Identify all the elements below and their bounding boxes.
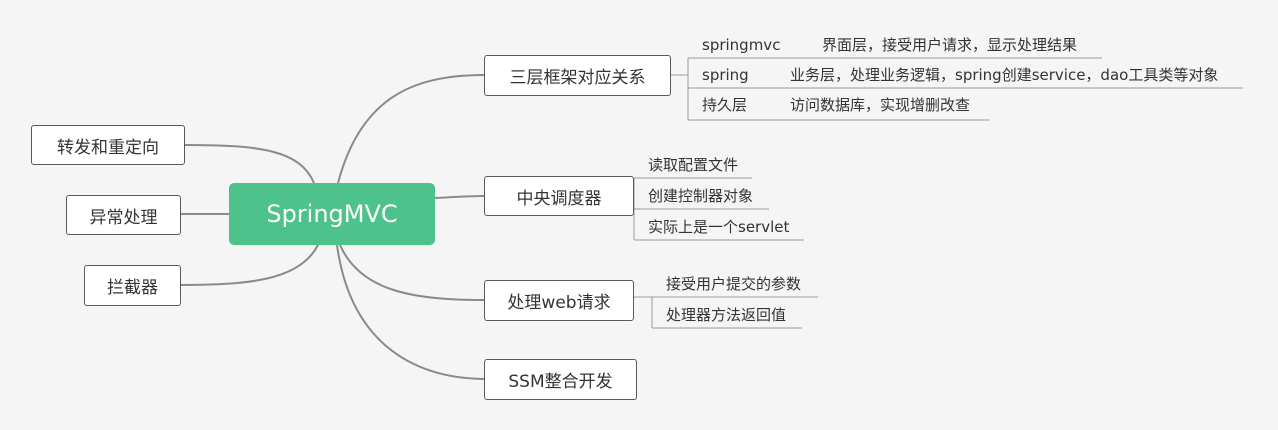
left-node-exception[interactable]: 异常处理 [66, 195, 181, 235]
leaf-label: 处理器方法返回值 [666, 306, 787, 324]
leaf-read-config[interactable]: 读取配置文件 [648, 156, 738, 174]
connector-root-web [339, 244, 485, 301]
leaf-create-controller[interactable]: 创建控制器对象 [648, 187, 753, 205]
leaf-label: 实际上是一个servlet [648, 218, 790, 236]
root-node[interactable]: SpringMVC [229, 183, 435, 245]
leaf-persistence[interactable]: 持久层 访问数据库，实现增删改查 [702, 96, 970, 114]
leaf-label: 创建控制器对象 [648, 187, 754, 205]
leaf-description: 访问数据库，实现增删改查 [790, 96, 971, 114]
connector-root-dispatcher [434, 195, 485, 199]
left-node-redirect[interactable]: 转发和重定向 [31, 125, 185, 165]
leaf-label: 读取配置文件 [648, 156, 739, 174]
leaf-servlet[interactable]: 实际上是一个servlet [648, 218, 789, 236]
leaf-description: 界面层，接受用户请求，显示处理结果 [822, 36, 1078, 54]
connector-root-redirect [184, 144, 315, 184]
mind-map-canvas: SpringMVC 转发和重定向 异常处理 拦截器 三层框架对应关系 中央调度器… [0, 0, 1278, 430]
leaf-label: spring [702, 66, 749, 84]
leaf-label: 接受用户提交的参数 [666, 275, 802, 293]
connector-root-layers [337, 74, 485, 184]
right-node-dispatcher[interactable]: 中央调度器 [484, 176, 634, 216]
right-node-ssm[interactable]: SSM整合开发 [484, 359, 637, 400]
left-node-interceptor[interactable]: 拦截器 [84, 265, 181, 306]
leaf-spring[interactable]: spring 业务层，处理业务逻辑，spring创建service，dao工具类… [702, 66, 1218, 84]
leaf-return-value[interactable]: 处理器方法返回值 [666, 306, 786, 324]
leaf-accept-params[interactable]: 接受用户提交的参数 [666, 275, 801, 293]
connector-root-interceptor [180, 244, 319, 286]
leaf-springmvc[interactable]: springmvc 界面层，接受用户请求，显示处理结果 [702, 36, 1077, 54]
leaf-label: springmvc [702, 36, 781, 54]
connector-root-ssm [336, 244, 485, 380]
right-node-web-request[interactable]: 处理web请求 [484, 280, 634, 321]
leaf-description: 业务层，处理业务逻辑，spring创建service，dao工具类等对象 [790, 66, 1219, 84]
right-node-layers[interactable]: 三层框架对应关系 [484, 55, 671, 96]
leaf-label: 持久层 [702, 96, 748, 114]
